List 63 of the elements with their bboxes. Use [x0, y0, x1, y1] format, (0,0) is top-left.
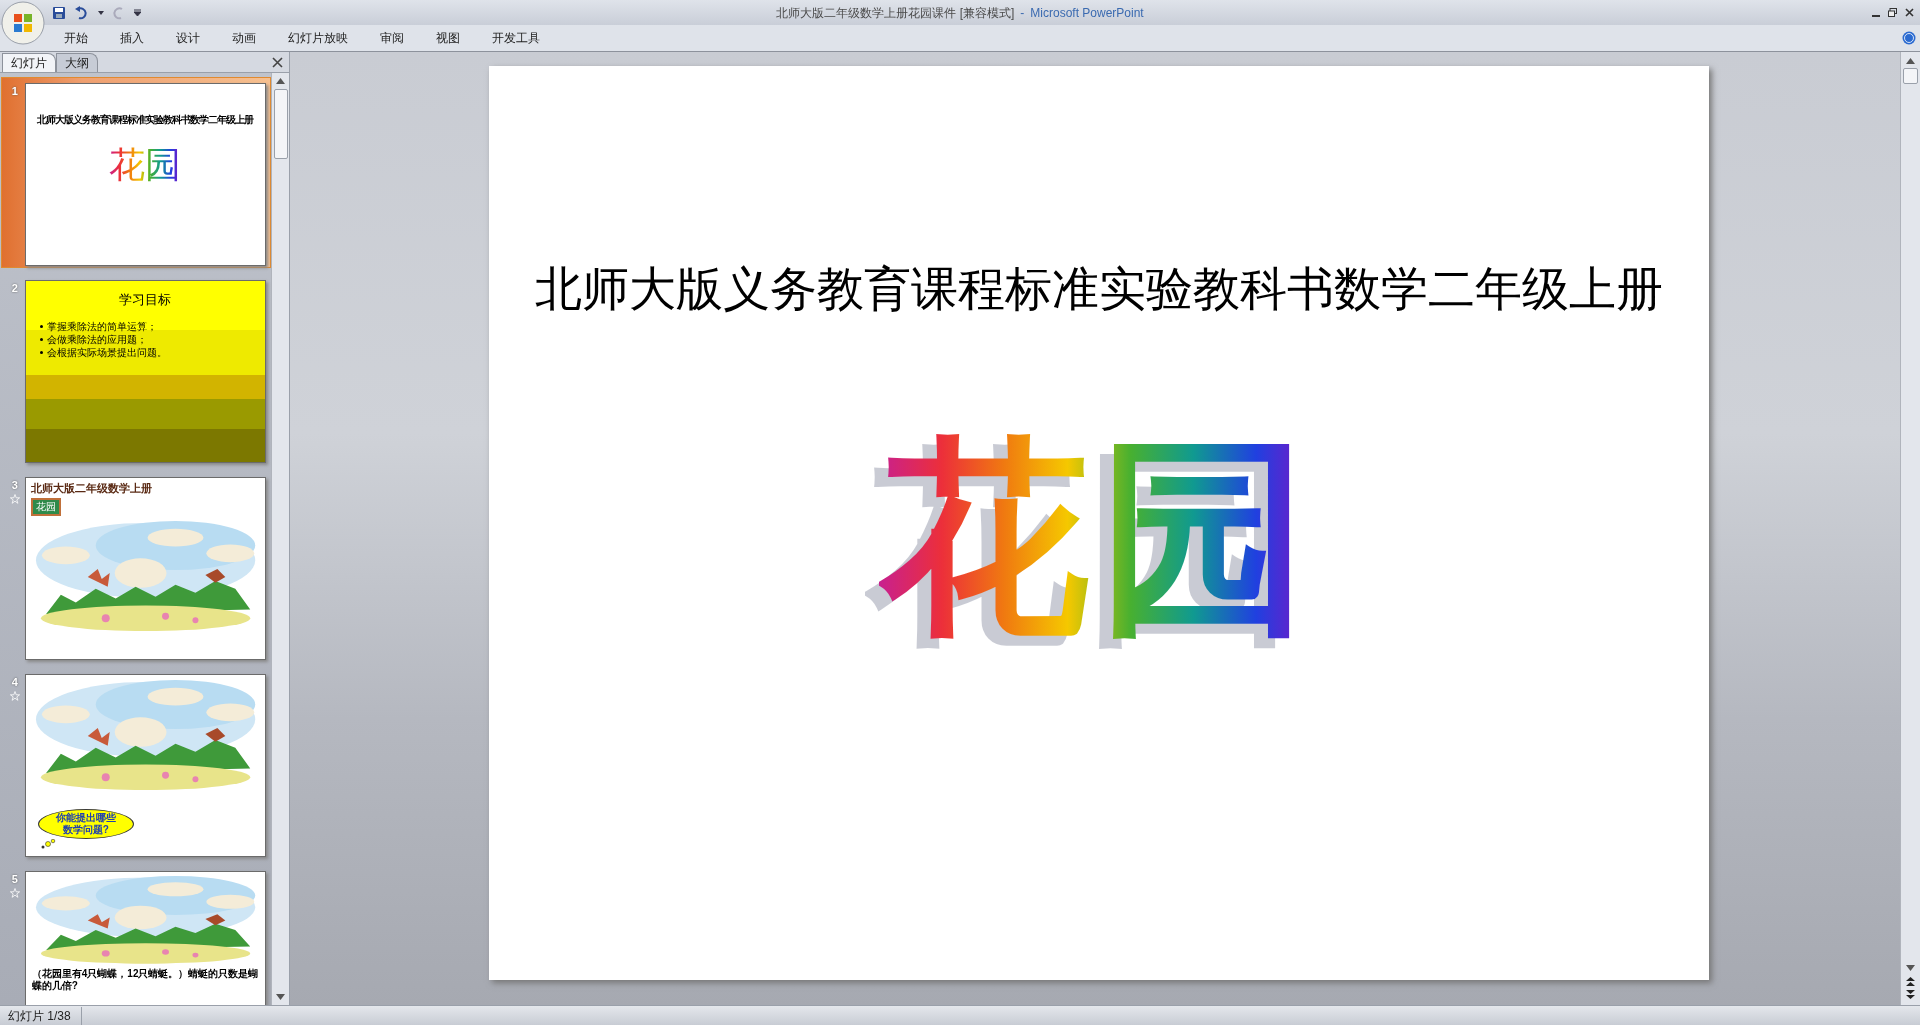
slide-thumbnail[interactable]: 你能提出哪些数学问题? — [24, 674, 266, 857]
thumbnail-caption: （花园里有4只蝴蝶，12只蜻蜓。）蜻蜓的只数是蝴蝶的几倍? — [31, 968, 259, 992]
bullet-text: 会根据实际场景提出问题。 — [46, 345, 167, 359]
bullet-text: 掌握乘除法的简单运算； — [46, 319, 157, 333]
slide-thumbnail-row[interactable]: 3 北师大版二年级数学上册 花园 — [1, 471, 271, 662]
scroll-up-icon[interactable] — [1906, 58, 1915, 64]
bullet-text: 会做乘除法的应用题； — [46, 332, 147, 346]
thumbnail-title: 北师大版二年级数学上册 — [30, 481, 153, 497]
panel-tab[interactable]: 幻灯片 — [2, 53, 56, 72]
window-title: 北师大版二年级数学上册花园课件 [兼容模式] — [776, 5, 1015, 22]
close-icon[interactable] — [1905, 8, 1914, 17]
thought-bubble: 你能提出哪些数学问题? — [37, 809, 134, 839]
close-icon[interactable] — [272, 57, 283, 68]
save-icon[interactable] — [52, 5, 66, 20]
thumbnail-title: 学习目标 — [119, 291, 172, 309]
previous-slide-icon[interactable] — [1906, 977, 1915, 986]
title-separator: - — [1020, 5, 1025, 22]
slide-title: 北师大版义务教育课程标准实验教科书数学二年级上册 — [535, 260, 1663, 318]
customize-toolbar-icon[interactable] — [134, 9, 141, 16]
bullet-icon — [39, 324, 43, 328]
bubble-dots-icon — [39, 839, 56, 849]
slide-thumbnail[interactable]: 北师大版义务教育课程标准实验教科书数学二年级上册 花园 — [24, 83, 266, 266]
scroll-up-icon[interactable] — [276, 78, 285, 84]
slide-number: 5 — [11, 872, 18, 887]
slide-thumbnail-row[interactable]: 2 学习目标 掌握乘除法的简单运算； 会做乘除法的应用题； 会根据实际场景提出问题。 — [1, 274, 271, 465]
badge: 花园 — [30, 497, 61, 516]
scrollbar-thumb[interactable] — [273, 89, 288, 159]
slide-thumbnail[interactable]: （花园里有4只蝴蝶，12只蜻蜓。）蜻蜓的只数是蝴蝶的几倍? — [24, 871, 266, 1005]
scroll-down-icon[interactable] — [276, 994, 285, 1000]
slide[interactable]: 北师大版义务教育课程标准实验教科书数学二年级上册 花园 — [489, 66, 1709, 980]
panel-tab[interactable]: 大纲 — [56, 53, 98, 72]
ribbon-tab[interactable]: 视图 — [434, 29, 462, 47]
app-name: Microsoft PowerPoint — [1030, 5, 1144, 22]
bullet-icon — [39, 337, 43, 341]
scrollbar[interactable] — [1900, 52, 1920, 1005]
scrollbar[interactable] — [271, 73, 289, 1005]
office-logo-icon[interactable] — [1, 1, 45, 45]
slide-thumbnail-row[interactable]: 1 北师大版义务教育课程标准实验教科书数学二年级上册 花园 — [1, 77, 271, 268]
ribbon-tab[interactable]: 开始 — [62, 29, 90, 47]
slide-thumbnail[interactable]: 北师大版二年级数学上册 花园 — [24, 477, 266, 660]
ribbon-tab[interactable]: 幻灯片放映 — [286, 29, 350, 47]
scroll-down-icon[interactable] — [1906, 965, 1915, 971]
ribbon-tab[interactable]: 插入 — [118, 29, 146, 47]
ribbon-tab[interactable]: 动画 — [230, 29, 258, 47]
slide-thumbnail-row[interactable]: 4 你能提出哪些数学问题? — [1, 668, 271, 859]
slide-thumbnail[interactable]: 学习目标 掌握乘除法的简单运算； 会做乘除法的应用题； 会根据实际场景提出问题。 — [24, 280, 266, 463]
slide-number: 1 — [11, 84, 18, 99]
slide-number: 4 — [11, 675, 18, 690]
dropdown-icon[interactable] — [98, 10, 104, 15]
ribbon-tab[interactable]: 审阅 — [378, 29, 406, 47]
ribbon-tab[interactable]: 开发工具 — [490, 29, 542, 47]
slide-number: 2 — [11, 281, 18, 296]
slide-counter: 幻灯片 1/38 — [8, 1006, 82, 1025]
restore-icon[interactable] — [1888, 8, 1897, 17]
slide-number: 3 — [11, 478, 18, 493]
scrollbar-thumb[interactable] — [1903, 68, 1918, 84]
help-icon[interactable] — [1902, 31, 1916, 45]
slide-thumbnail-row[interactable]: 5 （花园里有4只蝴蝶，12只蜻蜓。）蜻蜓的只数是蝴蝶的几倍? — [1, 865, 271, 1005]
thumbnail-title: 北师大版义务教育课程标准实验教科书数学二年级上册 — [37, 113, 254, 127]
next-slide-icon[interactable] — [1906, 990, 1915, 999]
ribbon-tab[interactable]: 设计 — [174, 29, 202, 47]
undo-icon[interactable] — [74, 5, 90, 20]
bullet-icon — [39, 350, 43, 354]
